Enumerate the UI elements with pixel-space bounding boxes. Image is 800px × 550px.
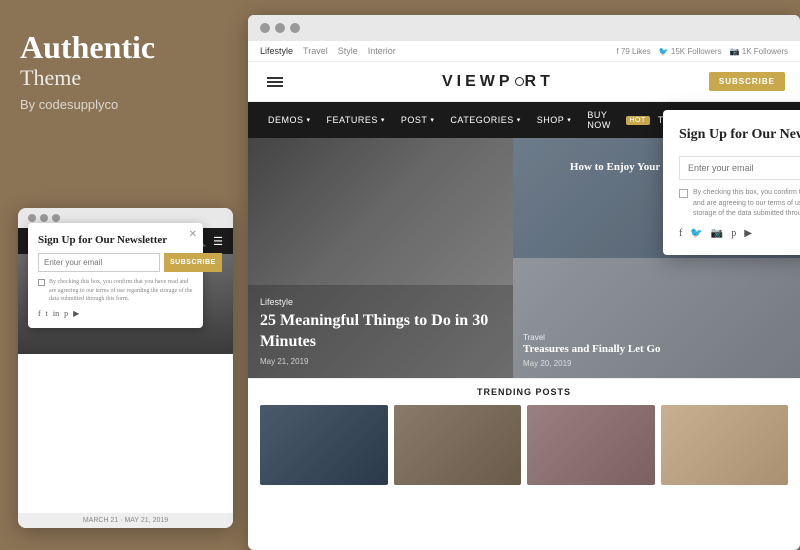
trending-image-1[interactable]	[260, 405, 388, 485]
desktop-dot-1	[260, 23, 270, 33]
desktop-subscribe-button[interactable]: SUBSCRIBE	[709, 72, 785, 91]
mobile-menu-icon[interactable]: ☰	[213, 235, 223, 248]
hamburger-line-3	[267, 85, 283, 87]
desktop-topbar: Lifestyle Travel Style Interior f 79 Lik…	[248, 41, 800, 62]
instagram-followers: 📷 1K Followers	[730, 47, 788, 56]
newsletter-youtube-icon[interactable]: ▶	[744, 228, 752, 239]
nav-item-shop[interactable]: SHOP ▾	[529, 102, 580, 138]
desktop-top-dots	[248, 15, 800, 41]
newsletter-checkbox-row: By checking this box, you confirm that y…	[679, 188, 800, 220]
mobile-facebook-icon[interactable]: f	[38, 309, 41, 318]
hamburger-line-1	[267, 77, 283, 79]
newsletter-twitter-icon[interactable]: 🐦	[690, 228, 702, 239]
hero-meta: May 21, 2019	[260, 357, 501, 366]
facebook-likes: f 79 Likes	[616, 47, 650, 56]
mobile-social-icons: f t in p ▶	[38, 309, 193, 318]
mobile-newsletter-overlay: ✕ Sign Up for Our Newsletter SUBSCRIBE B…	[28, 223, 203, 328]
brand-subtitle: Theme	[20, 65, 228, 91]
hero-overlay: Lifestyle 25 Meaningful Things to Do in …	[248, 285, 513, 378]
mobile-bottom-bar: MARCH 21 · MAY 21, 2019	[18, 513, 233, 528]
newsletter-email-row: SUBSCRIBE	[679, 156, 800, 180]
mobile-instagram-icon[interactable]: in	[53, 309, 59, 318]
trending-image-2[interactable]	[394, 405, 522, 485]
article2-category: Travel	[523, 333, 790, 342]
desktop-mockup: Lifestyle Travel Style Interior f 79 Lik…	[248, 15, 800, 550]
trending-label: TRENDING POSTS	[260, 387, 788, 397]
brand-title: Authentic	[20, 30, 228, 65]
desktop-dot-2	[275, 23, 285, 33]
mobile-mockup: VIEWPÖRT 🛍 🔍 ☰ ✕ Sign Up for Our Newslet…	[18, 208, 233, 528]
newsletter-instagram-icon[interactable]: 📷	[711, 228, 723, 239]
brand-by: By codesupplyco	[20, 97, 228, 112]
hero-right-bottom-image[interactable]: Travel Treasures and Finally Let Go May …	[513, 258, 800, 378]
mobile-email-row: SUBSCRIBE	[38, 253, 193, 272]
mobile-pinterest-icon[interactable]: p	[64, 309, 68, 318]
article2-title: Treasures and Finally Let Go	[523, 342, 790, 356]
hero-right-bottom-overlay: Travel Treasures and Finally Let Go May …	[513, 258, 800, 378]
mobile-newsletter-title: Sign Up for Our Newsletter	[38, 233, 193, 247]
topbar-link-interior[interactable]: Interior	[368, 46, 396, 56]
newsletter-pinterest-icon[interactable]: p	[731, 228, 736, 239]
hero-image[interactable]: Lifestyle 25 Meaningful Things to Do in …	[248, 138, 513, 378]
mobile-close-button[interactable]: ✕	[189, 229, 197, 240]
hamburger-line-2	[267, 81, 283, 83]
newsletter-email-input[interactable]	[679, 156, 800, 180]
left-panel: Authentic Theme By codesupplyco VIEWPÖRT…	[0, 0, 248, 550]
twitter-followers: 🐦 15K Followers	[659, 47, 722, 56]
topbar-link-style[interactable]: Style	[338, 46, 358, 56]
mobile-email-input[interactable]	[38, 253, 160, 272]
desktop-topbar-social: f 79 Likes 🐦 15K Followers 📷 1K Follower…	[616, 47, 788, 56]
trending-image-4[interactable]	[661, 405, 789, 485]
desktop-hamburger-button[interactable]	[263, 73, 287, 91]
desktop-header: VIEWPRT SUBSCRIBE	[248, 62, 800, 102]
trending-images	[260, 405, 788, 485]
desktop-newsletter-overlay: ✕ Sign Up for Our Newsletter SUBSCRIBE B…	[663, 110, 800, 255]
newsletter-terms-text: By checking this box, you confirm that y…	[693, 188, 800, 220]
nav-item-demos[interactable]: DEMOS ▾	[260, 102, 319, 138]
nav-item-categories[interactable]: CATEGORIES ▾	[442, 102, 528, 138]
topbar-link-lifestyle[interactable]: Lifestyle	[260, 46, 293, 56]
mobile-dot-2	[40, 214, 48, 222]
buy-now-badge: HOT	[626, 116, 650, 125]
desktop-logo: VIEWPRT	[442, 73, 554, 91]
trending-section: TRENDING POSTS	[248, 378, 800, 491]
mobile-terms-checkbox[interactable]	[38, 279, 45, 286]
hero-title: 25 Meaningful Things to Do in 30 Minutes	[260, 311, 501, 353]
mobile-checkbox-row: By checking this box, you confirm that y…	[38, 278, 193, 303]
newsletter-terms-checkbox[interactable]	[679, 189, 688, 198]
newsletter-title: Sign Up for Our Newsletter	[679, 126, 800, 144]
topbar-link-travel[interactable]: Travel	[303, 46, 328, 56]
hero-category: Lifestyle	[260, 297, 501, 307]
desktop-topbar-links: Lifestyle Travel Style Interior	[260, 46, 396, 56]
nav-item-buy-now[interactable]: BUY NOW HOT	[579, 102, 657, 138]
mobile-dot-1	[28, 214, 36, 222]
desktop-nav-left: DEMOS ▾ FEATURES ▾ POST ▾ CATEGORIES ▾ S…	[260, 102, 658, 138]
trending-image-3[interactable]	[527, 405, 655, 485]
nav-item-post[interactable]: POST ▾	[393, 102, 443, 138]
mobile-subscribe-button[interactable]: SUBSCRIBE	[164, 253, 222, 272]
newsletter-facebook-icon[interactable]: f	[679, 228, 682, 239]
nav-item-features[interactable]: FEATURES ▾	[319, 102, 393, 138]
mobile-twitter-icon[interactable]: t	[46, 309, 48, 318]
mobile-youtube-icon[interactable]: ▶	[73, 309, 79, 318]
mobile-dot-3	[52, 214, 60, 222]
newsletter-social-icons: f 🐦 📷 p ▶	[679, 228, 800, 239]
desktop-dot-3	[290, 23, 300, 33]
mobile-terms-text: By checking this box, you confirm that y…	[49, 278, 193, 303]
article2-meta: May 20, 2019	[523, 359, 790, 368]
